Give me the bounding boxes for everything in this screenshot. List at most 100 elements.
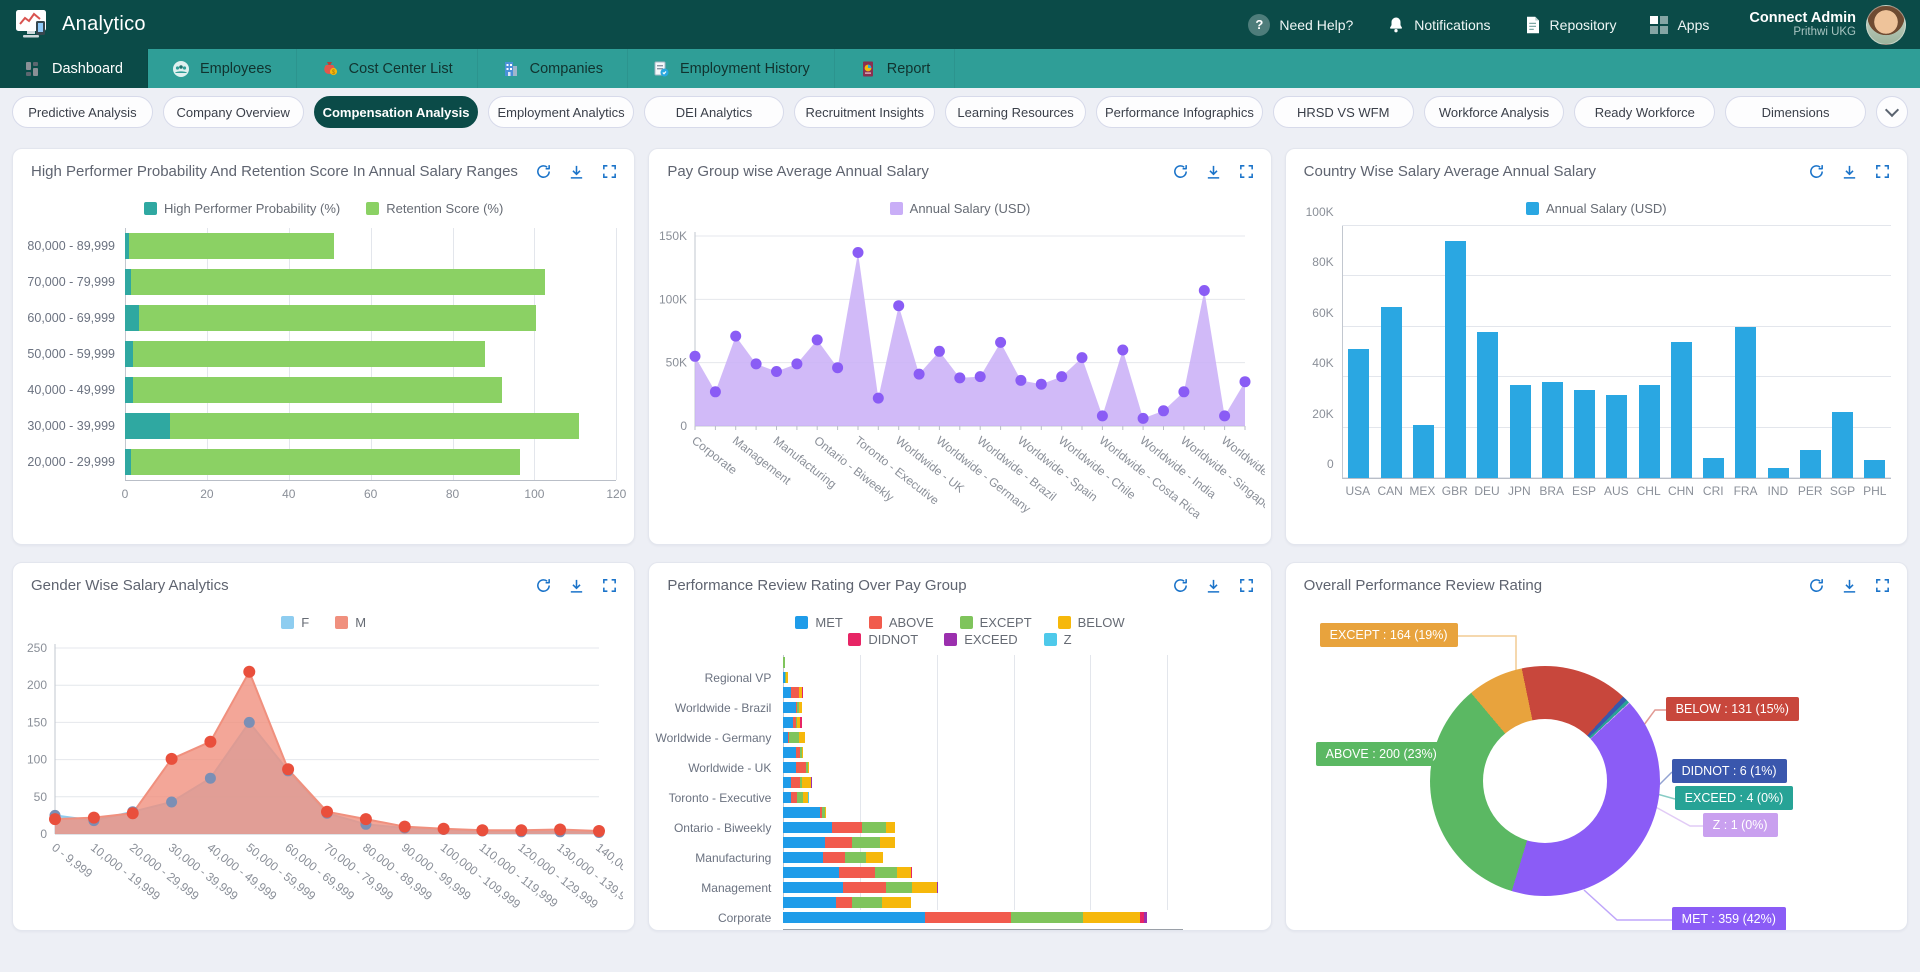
hp-probability-bar[interactable] <box>125 377 133 403</box>
data-point[interactable] <box>1179 386 1190 397</box>
segment-met[interactable] <box>783 807 820 818</box>
segment-below[interactable] <box>799 732 805 743</box>
segment-below[interactable] <box>825 807 827 818</box>
country-bar[interactable] <box>1510 385 1531 478</box>
segment-didnot[interactable] <box>802 687 804 698</box>
legend-item[interactable]: F <box>281 615 309 630</box>
segment-below[interactable] <box>802 747 804 758</box>
pill-predictive-analysis[interactable]: Predictive Analysis <box>12 96 153 128</box>
hp-probability-bar[interactable] <box>125 305 139 331</box>
country-bar[interactable] <box>1413 425 1434 478</box>
segment-met[interactable] <box>783 747 795 758</box>
segment-met[interactable] <box>783 822 832 833</box>
data-point-M[interactable] <box>321 806 333 818</box>
segment-z[interactable] <box>808 792 810 803</box>
segment-below[interactable] <box>808 762 810 773</box>
country-bar[interactable] <box>1574 390 1595 478</box>
country-bar[interactable] <box>1735 327 1756 478</box>
segment-above[interactable] <box>832 822 861 833</box>
data-point[interactable] <box>792 358 803 369</box>
segment-above[interactable] <box>796 762 807 773</box>
fullscreen-icon[interactable] <box>601 577 618 594</box>
data-point[interactable] <box>1199 285 1210 296</box>
segment-except[interactable] <box>845 852 866 863</box>
data-point[interactable] <box>710 386 721 397</box>
segment-except[interactable] <box>862 822 887 833</box>
data-point[interactable] <box>1016 375 1027 386</box>
data-point-F[interactable] <box>166 797 177 808</box>
data-point-M[interactable] <box>399 821 411 833</box>
repository-button[interactable]: Repository <box>1525 16 1617 34</box>
slice-label-except[interactable]: EXCEPT : 164 (19%) <box>1320 623 1458 647</box>
data-point[interactable] <box>812 334 823 345</box>
data-point-M[interactable] <box>554 824 566 836</box>
data-point[interactable] <box>1057 371 1068 382</box>
segment-except[interactable] <box>852 897 881 908</box>
fullscreen-icon[interactable] <box>1238 577 1255 594</box>
apps-button[interactable]: Apps <box>1650 16 1709 34</box>
pill-compensation-analysis[interactable]: Compensation Analysis <box>314 96 479 128</box>
data-point-M[interactable] <box>49 813 61 825</box>
segment-above[interactable] <box>836 897 853 908</box>
segment-met[interactable] <box>783 792 791 803</box>
pill-employment-analytics[interactable]: Employment Analytics <box>488 96 633 128</box>
refresh-icon[interactable] <box>535 163 552 180</box>
segment-exceed[interactable] <box>811 777 813 788</box>
legend-item[interactable]: EXCEPT <box>960 615 1032 630</box>
data-point-M[interactable] <box>515 824 527 836</box>
legend-item[interactable]: High Performer Probability (%) <box>144 201 340 216</box>
refresh-icon[interactable] <box>1172 163 1189 180</box>
segment-except[interactable] <box>852 837 880 848</box>
pill-company-overview[interactable]: Company Overview <box>163 96 304 128</box>
slice-label-exceed[interactable]: EXCEED : 4 (0%) <box>1675 786 1794 810</box>
data-point[interactable] <box>1219 410 1230 421</box>
segment-below[interactable] <box>897 867 911 878</box>
country-bar[interactable] <box>1542 382 1563 478</box>
segment-didnot[interactable] <box>911 867 913 878</box>
country-bar[interactable] <box>1639 385 1660 478</box>
refresh-icon[interactable] <box>1808 577 1825 594</box>
segment-above[interactable] <box>825 837 853 848</box>
country-bar[interactable] <box>1477 332 1498 478</box>
country-bar[interactable] <box>1800 450 1821 478</box>
segment-met[interactable] <box>783 897 835 908</box>
data-point[interactable] <box>934 346 945 357</box>
more-pills-button[interactable] <box>1876 96 1908 128</box>
segment-above[interactable] <box>843 882 886 893</box>
segment-met[interactable] <box>783 852 823 863</box>
segment-below[interactable] <box>880 837 895 848</box>
download-icon[interactable] <box>568 163 585 180</box>
segment-met[interactable] <box>783 882 843 893</box>
data-point[interactable] <box>690 351 701 362</box>
segment-met[interactable] <box>783 867 838 878</box>
pill-performance-infographics[interactable]: Performance Infographics <box>1096 96 1263 128</box>
segment-above[interactable] <box>823 852 844 863</box>
segment-met[interactable] <box>783 687 791 698</box>
data-point[interactable] <box>1138 413 1149 424</box>
retention-score-bar[interactable] <box>133 341 485 367</box>
segment-below[interactable] <box>866 852 883 863</box>
pill-dimensions[interactable]: Dimensions <box>1725 96 1866 128</box>
refresh-icon[interactable] <box>1172 577 1189 594</box>
data-point[interactable] <box>914 369 925 380</box>
tab-report[interactable]: Report <box>835 49 956 88</box>
data-point-M[interactable] <box>593 825 605 837</box>
fullscreen-icon[interactable] <box>1238 163 1255 180</box>
slice-label-z[interactable]: Z : 1 (0%) <box>1703 813 1778 837</box>
tab-employees[interactable]: Employees <box>148 49 297 88</box>
segment-met[interactable] <box>783 717 792 728</box>
country-bar[interactable] <box>1832 412 1853 478</box>
retention-score-bar[interactable] <box>170 413 579 439</box>
pill-ready-workforce[interactable]: Ready Workforce <box>1574 96 1715 128</box>
segment-above[interactable] <box>925 912 1011 923</box>
segment-met[interactable] <box>783 777 791 788</box>
data-point-M[interactable] <box>204 736 216 748</box>
retention-score-bar[interactable] <box>131 449 520 475</box>
notifications-button[interactable]: Notifications <box>1387 16 1490 34</box>
download-icon[interactable] <box>1841 577 1858 594</box>
country-bar[interactable] <box>1768 468 1789 478</box>
user-menu[interactable]: Connect Admin Prithwi UKG <box>1749 5 1906 45</box>
data-point-F[interactable] <box>205 773 216 784</box>
segment-met[interactable] <box>783 762 795 773</box>
legend-item[interactable]: Annual Salary (USD) <box>890 201 1031 216</box>
